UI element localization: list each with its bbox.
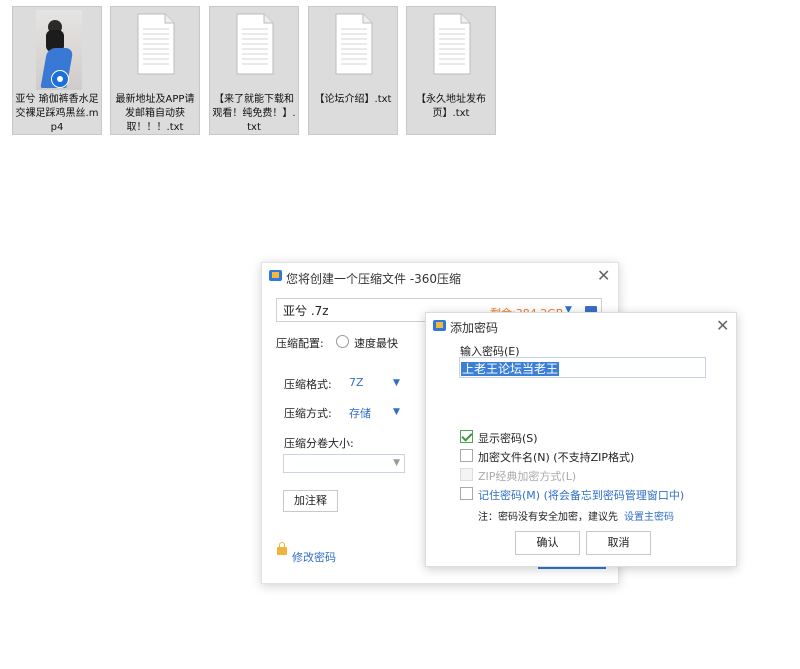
speed-option-label: 速度最快 [354,337,398,350]
close-icon[interactable]: ✕ [597,268,610,284]
remember-password-label[interactable]: 记住密码(M) (将会备忘到密码管理窗口中) [478,487,684,503]
file-item-txt[interactable]: 【论坛介绍】.txt [308,6,398,135]
file-name: 【永久地址发布页】.txt [416,94,486,119]
split-size-select[interactable]: ▼ [283,454,405,473]
text-file-icon [236,13,274,75]
method-select[interactable]: 存储 [349,405,371,421]
password-input[interactable]: 上老王论坛当老王 [459,357,706,378]
method-label: 压缩方式: [284,407,332,420]
speed-radio[interactable] [336,335,349,348]
encrypt-filenames-label: 加密文件名(N) (不支持ZIP格式) [478,451,635,464]
text-file-icon [335,13,373,75]
add-comment-button[interactable]: 加注释 [283,490,338,512]
cancel-button[interactable]: 取消 [586,531,651,555]
file-name: 【论坛介绍】.txt [314,94,392,105]
split-size-label: 压缩分卷大小: [284,437,354,450]
file-name: 【来了就能下载和观看！纯免费！】.txt [212,94,296,133]
set-master-password-link[interactable]: 设置主密码 [624,508,674,523]
text-file-icon [137,13,175,75]
confirm-button[interactable]: 确认 [515,531,580,555]
encrypt-filenames-checkbox[interactable] [460,449,473,462]
zip-classic-checkbox [460,468,473,481]
password-dialog: 添加密码 ✕ 输入密码(E) 上老王论坛当老王 显示密码(S) 加密文件名(N)… [425,312,737,567]
file-item-txt[interactable]: 最新地址及APP请发邮箱自动获取！！！.txt [110,6,200,135]
close-icon[interactable]: ✕ [716,318,729,334]
file-item-txt[interactable]: 【来了就能下载和观看！纯免费！】.txt [209,6,299,135]
app-logo-icon [269,270,282,281]
format-label: 压缩格式: [284,378,332,391]
chevron-down-icon[interactable]: ▼ [393,378,400,388]
dialog-title: 您将创建一个压缩文件 -360压缩 [286,272,462,286]
show-password-label: 显示密码(S) [478,432,538,445]
file-name: 亚兮 瑜伽裤香水足交裸足踩鸡黑丝.mp4 [15,94,99,133]
change-password-link[interactable]: 修改密码 [292,549,336,565]
chevron-down-icon: ▼ [393,458,400,468]
lock-icon [277,542,287,555]
remember-password-checkbox[interactable] [460,487,473,500]
password-value: 上老王论坛当老王 [461,362,560,376]
format-select[interactable]: 7Z [349,376,364,389]
show-password-checkbox[interactable] [460,430,473,443]
app-logo-icon [433,320,446,331]
file-item-video[interactable]: 亚兮 瑜伽裤香水足交裸足踩鸡黑丝.mp4 [12,6,102,135]
video-player-icon [51,70,69,88]
password-dialog-title: 添加密码 [450,321,499,335]
chevron-down-icon[interactable]: ▼ [393,407,400,417]
zip-classic-label: ZIP经典加密方式(L) [478,470,577,483]
file-name: 最新地址及APP请发邮箱自动获取！！！.txt [115,94,195,133]
config-label: 压缩配置: [276,337,324,350]
security-note: 注：密码没有安全加密，建议先 [478,512,618,523]
file-item-txt[interactable]: 【永久地址发布页】.txt [406,6,496,135]
text-file-icon [433,13,471,75]
